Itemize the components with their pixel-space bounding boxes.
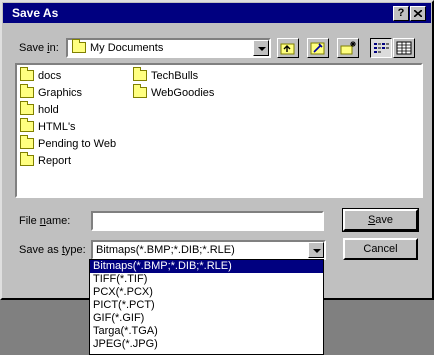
save-as-dialog: Save As ? Save in: My Documents docs Gra…	[0, 0, 434, 300]
details-icon	[396, 41, 412, 55]
save-button[interactable]: Save	[342, 208, 419, 232]
type-option[interactable]: GIF(*.GIF)	[90, 312, 323, 325]
type-option[interactable]: Targa(*.TGA)	[90, 325, 323, 338]
folder-up-icon	[280, 43, 295, 55]
help-button[interactable]: ?	[393, 6, 409, 21]
cancel-button[interactable]: Cancel	[343, 238, 418, 260]
type-option[interactable]: PCX(*.PCX)	[90, 286, 323, 299]
list-item[interactable]: Graphics	[20, 84, 116, 102]
dialog-title: Save As	[12, 6, 59, 20]
folder-icon	[20, 118, 34, 132]
save-as-type-combo[interactable]: Bitmaps(*.BMP;*.DIB;*.RLE)	[91, 240, 326, 260]
folder-icon	[20, 152, 34, 166]
save-in-value: My Documents	[72, 39, 163, 54]
new-folder-icon	[340, 41, 356, 55]
list-view-button[interactable]	[370, 38, 392, 58]
folder-column-2: TechBulls WebGoodies	[133, 67, 214, 102]
list-item[interactable]: hold	[20, 101, 116, 119]
close-button[interactable]	[410, 6, 426, 21]
list-item[interactable]: WebGoodies	[133, 84, 214, 102]
file-list[interactable]: docs Graphics hold HTML's Pending to Web…	[15, 63, 423, 198]
save-as-type-value: Bitmaps(*.BMP;*.DIB;*.RLE)	[96, 244, 235, 256]
file-name-field[interactable]	[91, 211, 324, 231]
folder-icon	[133, 67, 147, 81]
open-folder-icon	[72, 39, 86, 53]
list-icon	[374, 43, 389, 53]
look-in-favorites-button[interactable]	[307, 38, 329, 58]
type-option[interactable]: Bitmaps(*.BMP;*.DIB;*.RLE)	[90, 260, 323, 273]
folder-icon	[20, 84, 34, 98]
create-new-folder-button[interactable]	[337, 38, 359, 58]
save-in-combo[interactable]: My Documents	[66, 38, 271, 58]
up-one-level-button[interactable]	[277, 38, 299, 58]
close-icon	[413, 9, 423, 18]
details-view-button[interactable]	[393, 38, 415, 58]
type-option[interactable]: JPEG(*.JPG)	[90, 338, 323, 351]
list-item[interactable]: Pending to Web	[20, 135, 116, 153]
list-item[interactable]: HTML's	[20, 118, 116, 136]
save-as-type-label: Save as type:	[19, 244, 86, 256]
save-as-type-dropdown-button[interactable]	[308, 242, 324, 258]
save-in-dropdown-button[interactable]	[253, 40, 269, 56]
save-in-label: Save in:	[19, 42, 59, 54]
folder-icon	[20, 67, 34, 81]
folder-icon	[20, 135, 34, 149]
folder-icon	[133, 84, 147, 98]
title-bar[interactable]: Save As ?	[3, 3, 431, 23]
type-option[interactable]: PICT(*.PCT)	[90, 299, 323, 312]
list-item[interactable]: TechBulls	[133, 67, 214, 85]
list-item[interactable]: docs	[20, 67, 116, 85]
folder-column-1: docs Graphics hold HTML's Pending to Web…	[20, 67, 116, 170]
favorites-icon	[310, 42, 325, 55]
file-name-label: File name:	[19, 215, 71, 227]
type-option[interactable]: TIFF(*.TIF)	[90, 273, 323, 286]
save-as-type-options[interactable]: Bitmaps(*.BMP;*.DIB;*.RLE) TIFF(*.TIF) P…	[89, 259, 324, 355]
folder-icon	[20, 101, 34, 115]
list-item[interactable]: Report	[20, 152, 116, 170]
